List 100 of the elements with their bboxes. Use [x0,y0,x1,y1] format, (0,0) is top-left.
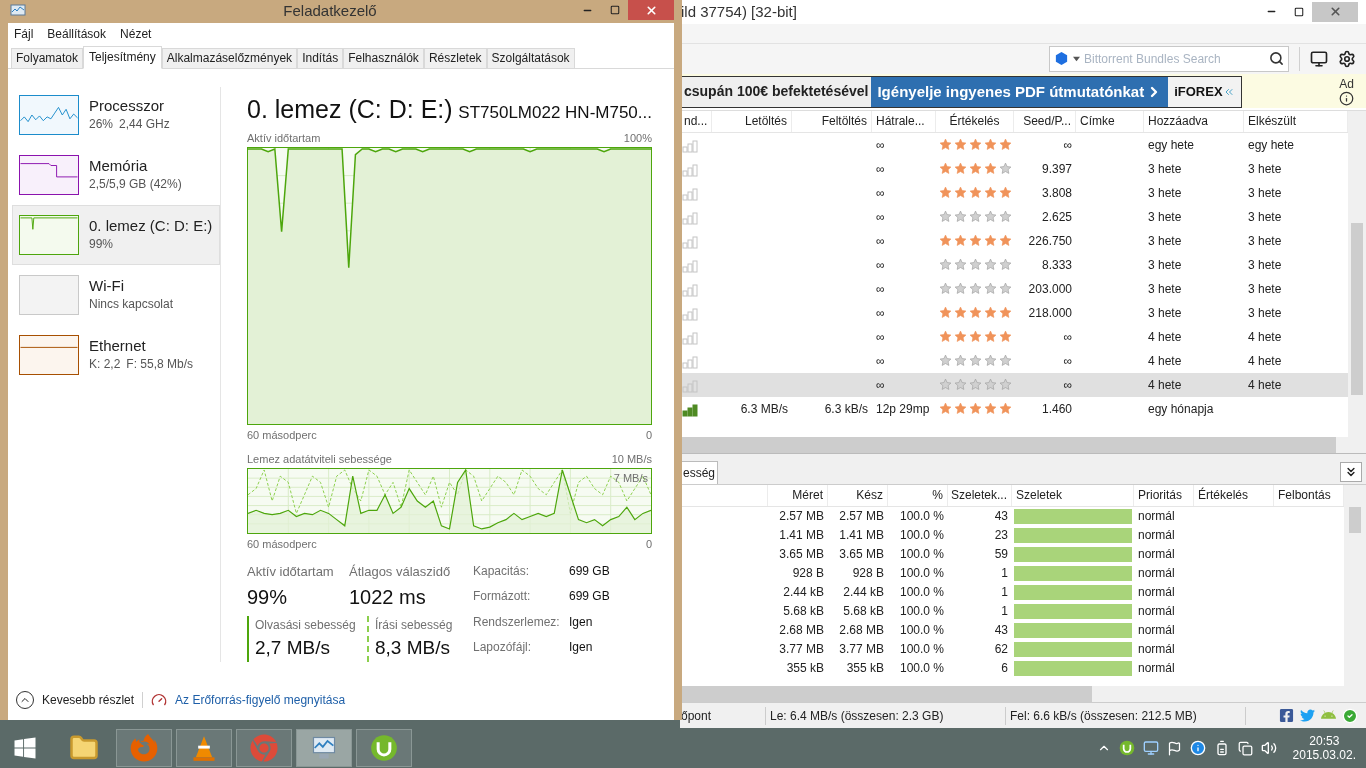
horizontal-scrollbar[interactable] [680,686,1366,703]
table-cell-text: 928 B [791,565,825,583]
table-cell-text: 2.44 kB [842,584,885,602]
file-row[interactable]: 1.41 MB 1.41 MB 100.0 % 23 normál [680,525,1344,545]
chart-label: Lemez adatátviteli sebessége [247,452,392,467]
facebook-icon[interactable] [1279,708,1294,723]
table-cell-text: 100.0 % [898,565,945,583]
resource-monitor-link[interactable]: Az Erőforrás-figyelő megnyitása [175,691,346,709]
table-cell-text: 355 kB [845,660,885,678]
menu-item[interactable]: Beállítások [47,24,107,43]
column-header[interactable]: Értékelés [936,110,1014,132]
star-icon [968,234,982,248]
ad-banner[interactable]: csupán 100€ befektetésével Igényelje ingyenes PDF útmutatónkat iFOREX [680,75,1242,108]
flag-icon[interactable] [1166,740,1182,756]
menu-item[interactable]: Nézet [120,24,152,43]
vertical-scrollbar[interactable] [1348,110,1366,437]
tab[interactable]: Teljesítmény [83,45,162,69]
column-header[interactable]: Prioritás [1134,484,1194,506]
column-header[interactable]: Letöltés [712,110,792,132]
status-text: Le: 6.4 MB/s (összesen: 2.3 GB) [766,706,1006,725]
time-span-label: 60 másodperc [247,427,317,443]
property-value: Igen [569,638,594,656]
table-cell-text: ∞ [1062,376,1073,394]
column-header[interactable]: Hozzáadva [1144,110,1244,132]
tab[interactable]: Indítás [297,47,344,68]
file-row[interactable]: 928 B 928 B 100.0 % 1 normál [680,563,1344,583]
table-cell-text: 62 [993,641,1009,659]
resource-item[interactable]: Wi-Fi Nincs kapcsolat [12,264,220,325]
menu-item[interactable]: Fájl [14,24,34,43]
tab[interactable]: Felhasználók [343,47,424,68]
clock-time[interactable]: 20:53 [1309,734,1340,748]
file-row[interactable]: 355 kB 355 kB 100.0 % 6 normál [680,658,1344,678]
torrent-row[interactable]: ∞ ∞ 4 hete 4 hete [680,372,1348,397]
close-button[interactable] [1312,1,1358,22]
column-header[interactable]: Kész [828,484,888,506]
table-cell-text: 2.44 kB [782,584,825,602]
star-icon [953,258,967,272]
table-cell-text: 3 hete [1247,208,1283,226]
column-header[interactable]: Értékelés [1194,484,1274,506]
file-row[interactable]: 3.77 MB 3.77 MB 100.0 % 62 normál [680,639,1344,659]
resource-item[interactable]: 0. lemez (C: D: E:) 99% [12,204,220,265]
resource-item[interactable]: Processzor 26% 2,44 GHz [12,84,220,145]
table-cell-text: ∞ [1062,328,1073,346]
info-icon[interactable] [1339,90,1354,106]
volume-icon[interactable] [1260,740,1277,756]
horizontal-scrollbar[interactable] [680,436,1366,453]
table-cell-text: 43 [993,508,1009,526]
table-cell-text: 100.0 % [898,641,945,659]
taskbar-app[interactable] [296,729,352,767]
column-header[interactable]: Szeletek... [948,484,1012,506]
axis-min-label: 0 [645,536,652,552]
column-header[interactable]: % [888,484,948,506]
utorrent-icon[interactable] [1118,740,1135,756]
fewer-details-button[interactable]: Kevesebb részlet [16,691,135,709]
tab[interactable]: esség [680,460,719,484]
table-cell-text: 12p 29mp [875,400,931,418]
table-cell-text: egy hete [1147,136,1196,154]
file-row[interactable]: 2.44 kB 2.44 kB 100.0 % 1 normál [680,582,1344,602]
table-cell-text: 3 hete [1147,184,1183,202]
file-row[interactable]: 5.68 kB 5.68 kB 100.0 % 1 normál [680,601,1344,621]
tab[interactable]: Alkalmazáselőzmények [161,47,298,68]
star-icon [968,258,982,272]
star-icon [953,138,967,152]
star-icon [983,282,997,296]
table-cell-text: 218.000 [1027,304,1073,322]
star-icon [938,210,952,224]
column-header[interactable]: Hátrale... [872,110,936,132]
chart-label: Aktív időtartam [247,131,321,146]
column-header[interactable]: Feltöltés [792,110,872,132]
tab[interactable]: Részletek [423,47,487,68]
column-header[interactable]: Méret [768,484,828,506]
taskbar-app[interactable] [356,729,412,767]
search-bar[interactable]: Bittorrent Bundles Search [1049,45,1289,72]
column-header[interactable]: Címke [1076,110,1144,132]
close-button[interactable] [628,0,674,20]
vertical-scrollbar[interactable] [1344,484,1366,687]
star-icon [953,210,967,224]
twitter-icon[interactable] [1300,708,1315,723]
resource-item[interactable]: Memória 2,5/5,9 GB (42%) [12,144,220,205]
chart-max-label: 100% [623,131,652,146]
table-cell-text: 3 hete [1247,160,1283,178]
collapse-button[interactable] [1340,461,1362,482]
monitor-icon[interactable] [1310,49,1328,68]
table-cell-text: normál [1137,565,1176,583]
resource-item[interactable]: Ethernet K: 2,2 F: 55,8 Mb/s [12,324,220,385]
settings-icon[interactable] [1338,49,1356,68]
search-field[interactable]: Bittorrent Bundles Search [1084,49,1265,68]
star-icon [968,282,982,296]
star-icon [938,402,952,416]
tab[interactable]: Szolgáltatások [486,47,575,68]
table-cell-text: 43 [993,622,1009,640]
column-header[interactable]: Szeletek [1012,484,1134,506]
file-row[interactable]: 2.68 MB 2.68 MB 100.0 % 43 normál [680,620,1344,640]
table-cell-text: 2.68 MB [778,622,825,640]
file-row[interactable]: 2.57 MB 2.57 MB 100.0 % 43 normál [680,506,1344,526]
file-row[interactable]: 3.65 MB 3.65 MB 100.0 % 59 normál [680,544,1344,564]
tab[interactable]: Folyamatok [11,47,84,68]
clock-date[interactable]: 2015.03.02. [1292,748,1356,762]
column-header[interactable]: Seed/P... [1014,110,1076,132]
stat-label: Írási sebesség [375,616,454,634]
